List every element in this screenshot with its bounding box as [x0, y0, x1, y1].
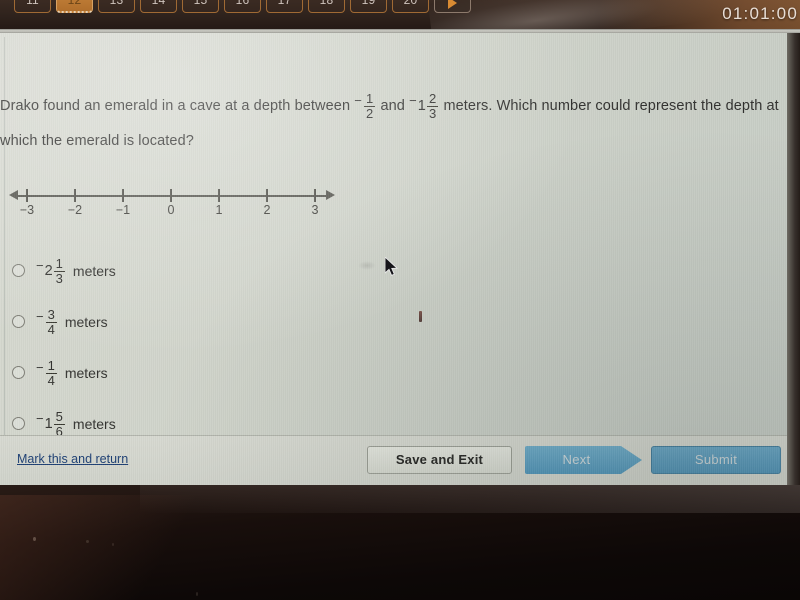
fraction-sign: −: [36, 411, 44, 426]
dust-speck: [196, 592, 198, 596]
number-line-tick: [74, 189, 76, 202]
fraction-whole: 1: [417, 98, 426, 114]
fraction-numerator: 1: [365, 91, 374, 106]
fraction-denominator: 3: [426, 106, 439, 121]
question-nav-bar: 11 12 13 14 15 16 17 18 19 20 01:01:00: [0, 0, 800, 30]
answer-unit-d: meters: [72, 415, 116, 432]
play-arrow-icon[interactable]: [434, 0, 471, 13]
number-line-label: 1: [215, 203, 223, 217]
dust-speck: [33, 537, 36, 541]
number-line-label: 3: [311, 203, 319, 217]
dust-speck: [86, 540, 89, 543]
number-line-label: −1: [115, 203, 131, 217]
number-line-axis: [16, 195, 328, 197]
countdown-timer: 01:01:00: [722, 4, 798, 23]
quiz-footer-bar: Mark this and return Save and Exit Next …: [0, 435, 787, 485]
fraction-denominator: 4: [45, 372, 57, 388]
fraction-numerator: 3: [47, 306, 55, 322]
question-text-line2: which the emerald is located?: [0, 133, 194, 149]
question-tab-11[interactable]: 11: [14, 0, 51, 13]
question-tab-16[interactable]: 16: [224, 0, 261, 13]
fraction-numerator: 1: [47, 357, 55, 373]
radio-button-d[interactable]: [12, 417, 25, 430]
fraction-sign: −: [36, 258, 44, 273]
dust-speck: [112, 543, 114, 546]
question-tab-18[interactable]: 18: [308, 0, 345, 13]
arrow-right-icon: [326, 189, 335, 200]
question-tab-15[interactable]: 15: [182, 0, 219, 13]
answer-value-b: − 3 4: [36, 308, 58, 336]
fraction-numerator: 5: [55, 408, 63, 424]
fraction-sign: −: [354, 93, 362, 108]
question-fraction-lower-bound: − 1 2: [354, 92, 376, 120]
answer-unit-a: meters: [72, 262, 116, 279]
number-line-tick: [218, 189, 220, 202]
question-tab-19[interactable]: 19: [350, 0, 387, 13]
arrow-left-icon: [9, 189, 18, 200]
next-button[interactable]: Next: [525, 446, 642, 474]
screenshot-root: 11 12 13 14 15 16 17 18 19 20 01:01:00 D…: [0, 0, 800, 600]
number-line-tick: [314, 189, 316, 202]
answer-options-list: − 2 1 3 meters − 3 4 meters − 1 4 meters…: [12, 245, 116, 449]
radio-button-b[interactable]: [12, 315, 25, 328]
answer-option-a[interactable]: − 2 1 3 meters: [12, 245, 116, 296]
question-conjunction: and: [380, 98, 405, 114]
screen-speck: [419, 311, 422, 322]
fraction-numerator: 1: [55, 255, 63, 271]
save-and-exit-button[interactable]: Save and Exit: [367, 446, 512, 474]
number-line-tick: [26, 189, 28, 202]
bezel-reflection: [0, 495, 260, 600]
number-line-figure: −3 −2 −1 0 1 2 3: [8, 185, 338, 223]
fraction-whole: 2: [44, 262, 53, 279]
answer-value-d: − 1 5 6: [36, 410, 66, 438]
screen-right-edge: [787, 33, 800, 485]
number-line-tick: [266, 189, 268, 202]
mark-this-and-return-link[interactable]: Mark this and return: [17, 452, 128, 466]
submit-button[interactable]: Submit: [651, 446, 781, 474]
fraction-sign: −: [36, 309, 44, 324]
question-tab-14[interactable]: 14: [140, 0, 177, 13]
answer-value-a: − 2 1 3: [36, 257, 66, 285]
question-fraction-upper-bound: − 1 2 3: [409, 92, 439, 120]
question-tab-13[interactable]: 13: [98, 0, 135, 13]
answer-option-b[interactable]: − 3 4 meters: [12, 296, 116, 347]
fraction-denominator: 2: [363, 106, 376, 121]
number-line-tick: [170, 189, 172, 202]
answer-value-c: − 1 4: [36, 359, 58, 387]
screen-glare: [427, 0, 733, 30]
fraction-whole: 1: [44, 415, 53, 432]
radio-button-a[interactable]: [12, 264, 25, 277]
number-line-tick: [122, 189, 124, 202]
fraction-numerator: 2: [428, 91, 437, 106]
fraction-sign: −: [36, 360, 44, 375]
question-tab-17[interactable]: 17: [266, 0, 303, 13]
fraction-denominator: 3: [53, 270, 65, 286]
fraction-sign: −: [409, 93, 417, 108]
number-line-label: 2: [263, 203, 271, 217]
answer-unit-b: meters: [64, 313, 108, 330]
screen-smudge: [358, 261, 376, 270]
number-line-label: −2: [67, 203, 83, 217]
number-line-label: −3: [19, 203, 35, 217]
answer-option-c[interactable]: − 1 4 meters: [12, 347, 116, 398]
question-prompt: Drako found an emerald in a cave at a de…: [0, 92, 787, 149]
question-number-tabs: 11 12 13 14 15 16 17 18 19 20: [14, 0, 471, 13]
mouse-pointer-icon: [385, 257, 399, 276]
question-text-part2: meters. Which number could represent the…: [443, 98, 779, 114]
number-line-label: 0: [167, 203, 175, 217]
quiz-page: Drako found an emerald in a cave at a de…: [0, 33, 787, 485]
monitor-bezel: [0, 485, 800, 600]
question-tab-20[interactable]: 20: [392, 0, 429, 13]
fraction-denominator: 4: [45, 321, 57, 337]
question-tab-12-selected[interactable]: 12: [56, 0, 93, 13]
question-text-part1: Drako found an emerald in a cave at a de…: [0, 98, 351, 114]
answer-unit-c: meters: [64, 364, 108, 381]
radio-button-c[interactable]: [12, 366, 25, 379]
